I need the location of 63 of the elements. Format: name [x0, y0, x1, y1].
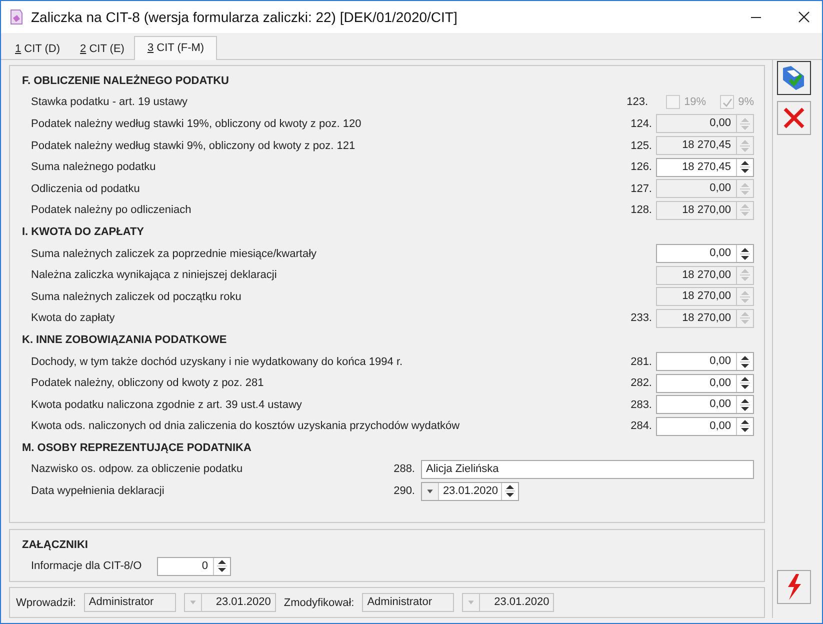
checkbox-label: 9%: [738, 96, 754, 108]
position-number: 290.: [394, 485, 415, 498]
position-number: 128.: [630, 204, 652, 216]
number-field[interactable]: 0,00: [656, 395, 754, 414]
field-label: Suma należnych zaliczek od początku roku: [30, 290, 242, 303]
field-label: Podatek należny według stawki 19%, obliczony od kwoty z poz. 120: [30, 118, 362, 130]
field-label: Należna zaliczka wynikająca z niniejszej deklaracji: [30, 269, 277, 282]
field-label: Dochody, w tym także dochód uzyskany i nie wydatkowany do końca 1994 r.: [30, 356, 403, 368]
save-button[interactable]: [777, 61, 811, 95]
date-field[interactable]: 23.01.2020: [421, 482, 519, 501]
number-field[interactable]: 0: [157, 556, 231, 576]
number-field[interactable]: 0,00: [656, 244, 754, 264]
position-number: 127.: [630, 182, 652, 195]
number-field[interactable]: 0,00: [656, 374, 754, 393]
position-number: 126.: [630, 161, 652, 174]
field-label: Podatek należny po odliczeniach: [30, 204, 192, 216]
close-icon[interactable]: [798, 11, 810, 23]
tab[interactable]: 3 CIT (F-M): [134, 36, 218, 60]
tab[interactable]: 2 CIT (E): [70, 40, 134, 59]
dropdown-icon[interactable]: [422, 482, 439, 500]
field-label: Suma należnego podatku: [30, 161, 156, 174]
field-label: Stawka podatku - art. 19 ustawy: [30, 96, 188, 108]
position-number: 288.: [394, 463, 415, 476]
number-field[interactable]: 0,00: [656, 416, 754, 436]
field-label: Kwota podatku naliczona zgodnie z art. 39 ust.4 ustawy: [30, 398, 302, 411]
field-label: Odliczenia od podatku: [30, 182, 140, 195]
section-heading: F. OBLICZENIE NALEŻNEGO PODATKU: [21, 74, 229, 87]
field-label: Wprowadził:: [16, 596, 76, 609]
position-number: 125.: [630, 140, 652, 152]
number-field[interactable]: 0,00: [656, 352, 754, 372]
position-number: 281.: [630, 356, 652, 368]
field-label: Kwota ods. naliczonych od dnia zaliczenia do kosztów uzyskania przychodów wydatków: [30, 420, 460, 432]
date-field: 23.01.2020: [462, 593, 554, 612]
name-field[interactable]: Alicja Zielińska: [421, 460, 754, 479]
user-field: Administrator: [84, 593, 176, 612]
date-field: 23.01.2020: [184, 593, 276, 612]
close-icon: [782, 106, 806, 130]
field-label: Data wypełnienia deklaracji: [30, 485, 164, 498]
user-field: Administrator: [362, 593, 454, 612]
number-field[interactable]: 18 270,45: [656, 158, 754, 177]
position-number: 123.: [626, 96, 648, 108]
section-heading: ZAŁĄCZNIKI: [21, 538, 88, 551]
cancel-button[interactable]: [777, 101, 811, 135]
window-title: Zaliczka na CIT-8 (wersja formularza zaliczki: 22) [DEK/01/2020/CIT]: [31, 9, 458, 25]
action-button[interactable]: [777, 570, 811, 604]
position-number: 124.: [630, 118, 652, 130]
position-number: 284.: [630, 420, 652, 432]
tab[interactable]: 1 CIT (D): [5, 40, 70, 59]
field-label: Informacje dla CIT-8/O: [30, 560, 143, 572]
position-number: 282.: [630, 377, 652, 390]
position-number: 233.: [630, 312, 652, 324]
section-heading: M. OSOBY REPREZENTUJĄCE PODATNIKA: [21, 442, 252, 454]
position-number: 283.: [630, 398, 652, 411]
section-heading: K. INNE ZOBOWIĄZANIA PODATKOWE: [21, 334, 227, 346]
field-label: Podatek należny według stawki 9%, obliczony od kwoty z poz. 121: [30, 140, 356, 152]
field-label: Nazwisko os. odpow. za obliczenie podatku: [30, 463, 243, 476]
field-label: Podatek należny, obliczony od kwoty z poz. 281: [30, 377, 264, 390]
section-heading: I. KWOTA DO ZAPŁATY: [21, 226, 144, 238]
checkbox-label: 19%: [684, 96, 706, 108]
field-label: Kwota do zapłaty: [30, 312, 115, 324]
app-icon: [9, 9, 23, 25]
field-label: Zmodyfikował:: [284, 596, 354, 609]
field-label: Suma należnych zaliczek za poprzednie miesiące/kwartały: [30, 248, 317, 260]
